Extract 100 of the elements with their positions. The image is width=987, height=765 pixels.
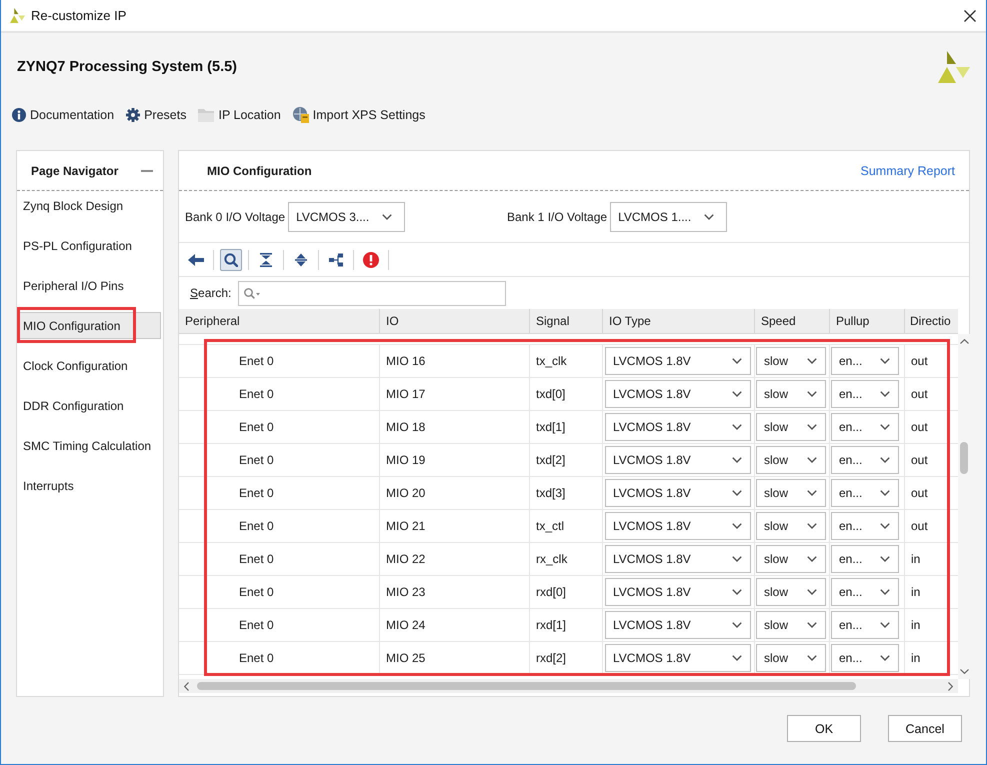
pullup-dropdown[interactable]: en...: [831, 347, 899, 375]
chevron-left-icon[interactable]: [184, 682, 189, 690]
table-cell: Enet 0: [179, 642, 380, 674]
globe-icon: [292, 107, 309, 123]
chevron-down-icon: [807, 523, 817, 529]
voltage-dropdown[interactable]: LVCMOS 3....: [288, 202, 406, 232]
navigator-item[interactable]: PS-PL Configuration: [18, 232, 161, 259]
chevron-down-icon: [807, 391, 817, 397]
pullup-dropdown[interactable]: en...: [831, 545, 899, 573]
column-header: Peripheral: [179, 309, 380, 333]
column-header: IO Type: [603, 309, 755, 333]
chevron-down-icon: [807, 622, 817, 628]
expand-icon: [294, 252, 308, 266]
pullup-dropdown[interactable]: en...: [831, 380, 899, 408]
chevron-down-icon: [732, 523, 742, 529]
io-type-dropdown[interactable]: LVCMOS 1.8V: [605, 545, 751, 573]
speed-dropdown[interactable]: slow: [756, 479, 826, 507]
speed-dropdown[interactable]: slow: [756, 446, 826, 474]
navigator-item[interactable]: Peripheral I/O Pins: [18, 272, 161, 299]
search-icon[interactable]: [244, 288, 260, 298]
column-header: Pullup: [830, 309, 905, 333]
navigator-item[interactable]: Interrupts: [18, 472, 161, 499]
table-cell: txd[0]: [530, 378, 603, 410]
scrollbar-thumb[interactable]: [197, 682, 856, 690]
search-button[interactable]: [220, 248, 242, 270]
chevron-down-icon: [732, 490, 742, 496]
ok-button[interactable]: OK: [787, 715, 861, 742]
table-cell-text: in: [910, 584, 922, 601]
chevron-down-icon: [880, 490, 890, 496]
table-cell: Enet 0: [179, 444, 380, 476]
table-cell: MIO 24: [380, 609, 530, 641]
scrollbar-thumb[interactable]: [960, 442, 968, 474]
table-cell: MIO 22: [380, 543, 530, 575]
table-cell-text: out: [910, 353, 929, 370]
speed-dropdown[interactable]: slow: [756, 611, 826, 639]
pullup-dropdown[interactable]: en...: [831, 644, 899, 672]
speed-dropdown[interactable]: slow: [756, 512, 826, 540]
io-type-dropdown[interactable]: LVCMOS 1.8V: [605, 446, 751, 474]
info-icon: [12, 108, 26, 122]
io-type-dropdown[interactable]: LVCMOS 1.8V: [605, 512, 751, 540]
vertical-scrollbar[interactable]: [958, 334, 970, 679]
navigator-item[interactable]: DDR Configuration: [18, 392, 161, 419]
pullup-dropdown[interactable]: en...: [831, 611, 899, 639]
pullup-dropdown[interactable]: en...: [831, 512, 899, 540]
pullup-dropdown[interactable]: en...: [831, 413, 899, 441]
chevron-right-icon[interactable]: [948, 682, 953, 690]
chevron-down-icon: [880, 391, 890, 397]
chevron-down-icon: [732, 655, 742, 661]
chevron-down-icon: [807, 655, 817, 661]
toolbar-button[interactable]: IP Location: [198, 108, 281, 122]
io-type-dropdown[interactable]: LVCMOS 1.8V: [605, 578, 751, 606]
chevron-down-icon: [807, 490, 817, 496]
navigator-item[interactable]: SMC Timing Calculation: [18, 432, 161, 459]
io-type-dropdown[interactable]: LVCMOS 1.8V: [605, 347, 751, 375]
pullup-dropdown[interactable]: en...: [831, 578, 899, 606]
io-type-dropdown[interactable]: LVCMOS 1.8V: [605, 413, 751, 441]
speed-dropdown[interactable]: slow: [756, 347, 826, 375]
section-title: MIO Configuration: [207, 164, 312, 178]
search-field[interactable]: [238, 280, 506, 306]
speed-dropdown[interactable]: slow: [756, 380, 826, 408]
speed-dropdown[interactable]: slow: [756, 644, 826, 672]
io-type-dropdown[interactable]: LVCMOS 1.8V: [605, 611, 751, 639]
field-label: Bank 1 I/O Voltage: [507, 210, 608, 224]
chevron-down-icon: [732, 589, 742, 595]
table-cell: Enet 0: [179, 477, 380, 509]
collapse-minus-icon[interactable]: [141, 170, 153, 172]
window-title: Re-customize IP: [31, 8, 126, 23]
cancel-button[interactable]: Cancel: [888, 715, 962, 742]
speed-dropdown[interactable]: slow: [756, 413, 826, 441]
panel-title: Page Navigator: [31, 164, 118, 178]
toolbar-button[interactable]: Documentation: [12, 108, 114, 122]
voltage-dropdown[interactable]: LVCMOS 1....: [610, 202, 728, 232]
table-cell: MIO 20: [380, 477, 530, 509]
gear-icon: [126, 108, 140, 122]
close-icon[interactable]: [964, 10, 976, 22]
chevron-down-icon: [880, 424, 890, 430]
table-cell: txd[3]: [530, 477, 603, 509]
chevron-down-icon: [704, 214, 714, 220]
table-cell: tx_clk: [530, 345, 603, 377]
error-icon: [363, 252, 379, 268]
io-type-dropdown[interactable]: LVCMOS 1.8V: [605, 380, 751, 408]
pullup-dropdown[interactable]: en...: [831, 479, 899, 507]
toolbar-button[interactable]: Presets: [126, 108, 186, 122]
chevron-down-icon: [807, 457, 817, 463]
pullup-dropdown[interactable]: en...: [831, 446, 899, 474]
speed-dropdown[interactable]: slow: [756, 578, 826, 606]
summary-report-link[interactable]: Summary Report: [860, 164, 955, 178]
navigator-item[interactable]: Zynq Block Design: [18, 192, 161, 219]
speed-dropdown[interactable]: slow: [756, 545, 826, 573]
table-cell: rx_clk: [530, 543, 603, 575]
table-cell: Enet 0: [179, 345, 380, 377]
navigator-item[interactable]: Clock Configuration: [18, 352, 161, 379]
chevron-down-icon: [880, 622, 890, 628]
io-type-dropdown[interactable]: LVCMOS 1.8V: [605, 644, 751, 672]
toolbar-button[interactable]: Import XPS Settings: [292, 107, 426, 123]
chevron-up-icon[interactable]: [960, 339, 968, 344]
io-type-dropdown[interactable]: LVCMOS 1.8V: [605, 479, 751, 507]
table-cell-text: out: [910, 518, 929, 535]
horizontal-scrollbar[interactable]: [179, 679, 958, 693]
chevron-down-icon[interactable]: [960, 669, 968, 674]
